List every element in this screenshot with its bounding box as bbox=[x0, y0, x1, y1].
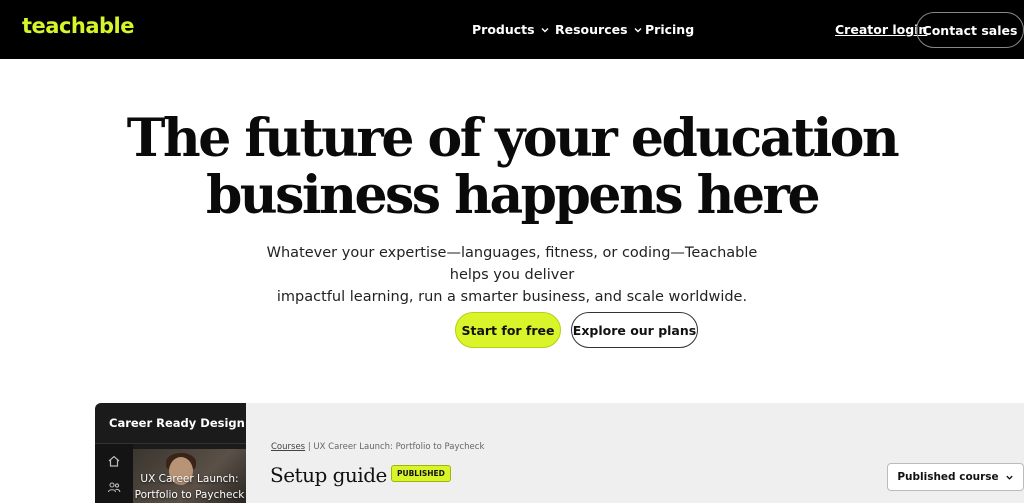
contact-sales-button[interactable]: Contact sales bbox=[916, 12, 1024, 48]
preview-sidebar: Career Ready Design UX Career Launch: Po… bbox=[95, 403, 246, 503]
status-badge: PUBLISHED bbox=[391, 465, 451, 482]
nav-products-label: Products bbox=[472, 22, 535, 37]
school-name: Career Ready Design bbox=[109, 416, 245, 430]
sidebar-icon-rail bbox=[95, 444, 133, 503]
home-icon[interactable] bbox=[107, 454, 121, 468]
course-thumbnail[interactable]: UX Career Launch: Portfolio to Paycheck bbox=[133, 449, 246, 503]
hero-subtitle-line-2: impactful learning, run a smarter busine… bbox=[276, 289, 748, 305]
breadcrumb-current: UX Career Launch: Portfolio to Paycheck bbox=[313, 442, 485, 452]
nav-resources[interactable]: Resources bbox=[555, 22, 643, 37]
hero-subtitle: Whatever your expertise—languages, fitne… bbox=[262, 242, 762, 308]
hero-title-line-2: business happens here bbox=[205, 165, 821, 226]
course-status-label: Published course bbox=[897, 471, 999, 483]
breadcrumb-courses[interactable]: Courses bbox=[271, 442, 305, 452]
app-preview: Career Ready Design UX Career Launch: Po… bbox=[95, 403, 1024, 503]
page-title: Setup guide bbox=[270, 463, 387, 487]
nav-pricing[interactable]: Pricing bbox=[645, 22, 694, 37]
course-thumbnail-title: UX Career Launch: Portfolio to Paycheck bbox=[133, 471, 246, 503]
creator-login-link[interactable]: Creator login bbox=[835, 22, 927, 37]
nav-pricing-label: Pricing bbox=[645, 22, 695, 37]
hero-title-line-1: The future of your education bbox=[126, 108, 900, 169]
chevron-down-icon bbox=[1006, 475, 1013, 480]
nav-products[interactable]: Products bbox=[472, 22, 550, 37]
breadcrumb-separator: | bbox=[307, 442, 311, 452]
users-icon[interactable] bbox=[107, 480, 121, 494]
nav-resources-label: Resources bbox=[555, 22, 628, 37]
thumb-line-2: Portfolio to Paycheck bbox=[134, 489, 245, 501]
chevron-down-icon bbox=[634, 27, 642, 32]
course-status-select[interactable]: Published course bbox=[887, 463, 1024, 491]
top-nav: teachable Products Resources Pricing Cre… bbox=[0, 0, 1024, 59]
thumb-line-1: UX Career Launch: bbox=[140, 473, 239, 485]
start-for-free-button[interactable]: Start for free bbox=[455, 312, 561, 348]
hero-subtitle-line-1: Whatever your expertise—languages, fitne… bbox=[266, 245, 758, 283]
breadcrumb: Courses | UX Career Launch: Portfolio to… bbox=[271, 442, 484, 452]
teachable-logo[interactable]: teachable bbox=[22, 14, 135, 38]
hero-title: The future of your education business ha… bbox=[0, 110, 1024, 224]
explore-plans-button[interactable]: Explore our plans bbox=[571, 312, 698, 348]
chevron-down-icon bbox=[541, 27, 549, 32]
